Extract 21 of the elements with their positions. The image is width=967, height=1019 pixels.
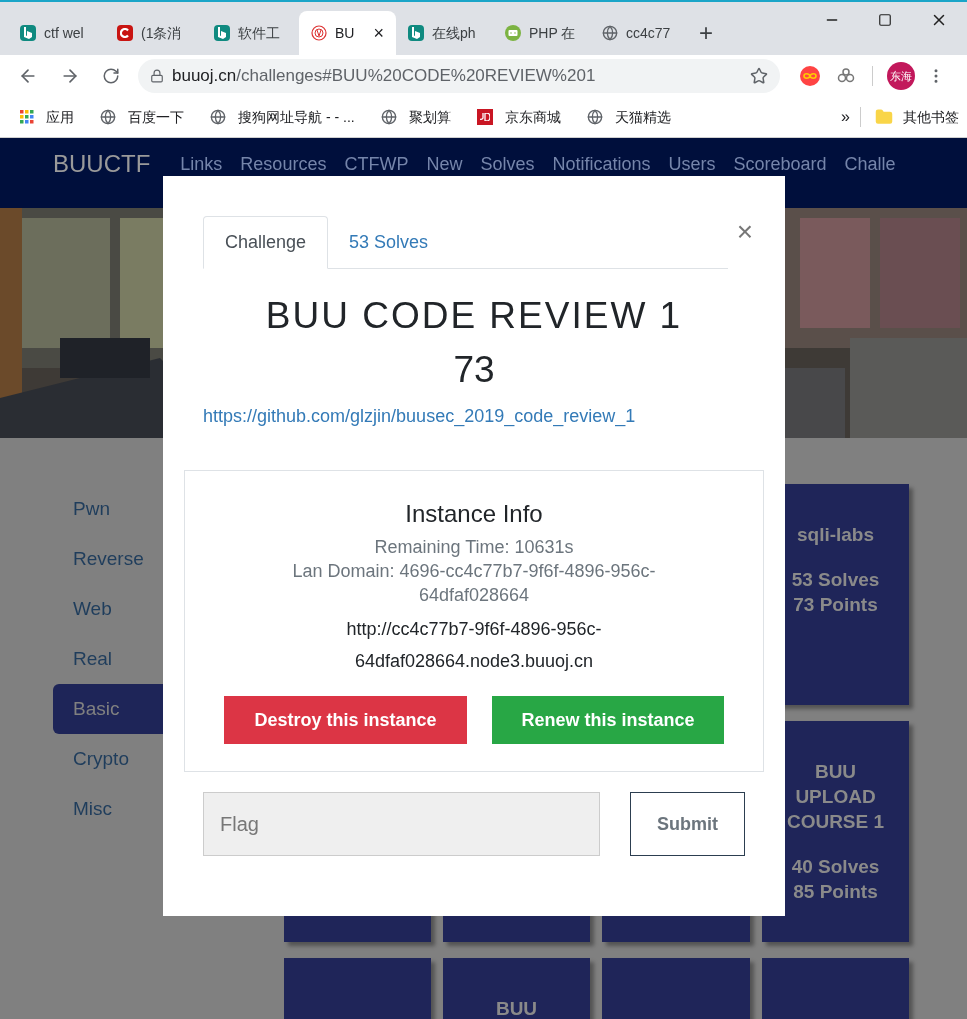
tile-solves: 40 Solves: [791, 855, 880, 879]
tile-title: BUU: [494, 997, 539, 1019]
lan-domain: Lan Domain: 4696-cc4c77b7-9f6f-4896-956c-64dfaf028664: [291, 560, 657, 607]
tile-points: 85 Points: [793, 880, 878, 904]
tab-title: 在线ph: [432, 23, 476, 43]
tab-title: (1条消: [141, 23, 182, 43]
tile-points: 73 Points: [793, 593, 878, 617]
instance-url: http://cc4c77b7-9f6f-4896-956c-64dfaf028664.node3.buuoj.cn: [345, 618, 603, 673]
tab-title: ctf wel: [44, 23, 84, 43]
remaining-time: Remaining Time: 10631s: [374, 536, 574, 559]
url-text: buuoj.cn/challenges#BUU%20CODE%20REVIEW%201: [172, 65, 596, 88]
tile-solves: 53 Solves: [791, 568, 880, 592]
tile-title: sqli-labs: [795, 523, 876, 547]
tab-title: 软件工: [238, 23, 280, 43]
instance-heading: Instance Info: [405, 499, 543, 529]
tab-title: PHP 在: [529, 23, 576, 43]
tab-title: cc4c77: [626, 23, 671, 43]
tab-title: BU: [335, 23, 355, 43]
challenge-title: BUU CODE REVIEW 1: [264, 294, 684, 338]
challenge-points: 73: [452, 348, 496, 392]
tile-title: BUU UPLOAD COURSE 1: [785, 760, 886, 834]
